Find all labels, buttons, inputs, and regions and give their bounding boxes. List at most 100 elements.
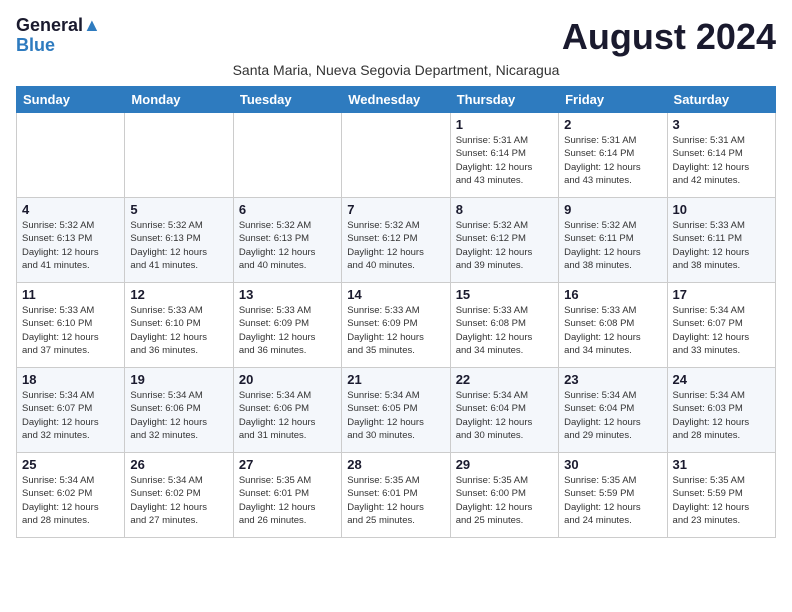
day-number: 5 (130, 202, 227, 217)
calendar-cell: 7 Sunrise: 5:32 AM Sunset: 6:12 PM Daylig… (342, 198, 450, 283)
calendar-cell: 19Sunrise: 5:34 AM Sunset: 6:06 PM Dayli… (125, 368, 233, 453)
calendar-cell: 8Sunrise: 5:32 AM Sunset: 6:12 PM Daylig… (450, 198, 558, 283)
calendar-cell: 22 Sunrise: 5:34 AM Sunset: 6:04 PM Dayli… (450, 368, 558, 453)
day-info: Sunrise: 5:32 AM Sunset: 6:12 PM Dayligh… (456, 219, 553, 272)
calendar-cell (342, 113, 450, 198)
day-number: 25 (22, 457, 119, 472)
calendar-cell: 16 Sunrise: 5:33 AM Sunset: 6:08 PM Dayli… (559, 283, 667, 368)
day-info: Sunrise: 5:35 AM Sunset: 5:59 PM Dayligh… (564, 474, 661, 527)
day-info: Sunrise: 5:32 AM Sunset: 6:11 PM Dayligh… (564, 219, 661, 272)
day-number: 31 (673, 457, 770, 472)
day-number: 19 (130, 372, 227, 387)
calendar-cell: 18 Sunrise: 5:34 AM Sunset: 6:07 PM Dayli… (17, 368, 125, 453)
calendar-cell: 30 Sunrise: 5:35 AM Sunset: 5:59 PM Dayli… (559, 453, 667, 538)
calendar-cell: 5 Sunrise: 5:32 AM Sunset: 6:13 PM Daylig… (125, 198, 233, 283)
col-header-friday: Friday (559, 87, 667, 113)
day-number: 13 (239, 287, 336, 302)
calendar-subtitle: Santa Maria, Nueva Segovia Department, N… (16, 62, 776, 78)
day-number: 3 (673, 117, 770, 132)
day-info: Sunrise: 5:31 AM Sunset: 6:14 PM Dayligh… (456, 134, 553, 187)
calendar-cell: 11 Sunrise: 5:33 AM Sunset: 6:10 PM Dayli… (17, 283, 125, 368)
calendar-cell: 26 Sunrise: 5:34 AM Sunset: 6:02 PM Dayli… (125, 453, 233, 538)
day-number: 28 (347, 457, 444, 472)
day-number: 15 (456, 287, 553, 302)
day-number: 17 (673, 287, 770, 302)
month-title: August 2024 (562, 16, 776, 58)
day-info: Sunrise: 5:34 AM Sunset: 6:04 PM Dayligh… (564, 389, 661, 442)
day-number: 4 (22, 202, 119, 217)
calendar-cell (125, 113, 233, 198)
logo-text: General▲ Blue (16, 16, 101, 56)
calendar-cell: 25 Sunrise: 5:34 AM Sunset: 6:02 PM Dayli… (17, 453, 125, 538)
week-row: 4 Sunrise: 5:32 AM Sunset: 6:13 PM Daylig… (17, 198, 776, 283)
day-number: 2 (564, 117, 661, 132)
week-row: 11 Sunrise: 5:33 AM Sunset: 6:10 PM Dayli… (17, 283, 776, 368)
calendar-cell (17, 113, 125, 198)
day-info: Sunrise: 5:31 AM Sunset: 6:14 PM Dayligh… (673, 134, 770, 187)
day-info: Sunrise: 5:34 AM Sunset: 6:02 PM Dayligh… (130, 474, 227, 527)
day-number: 9 (564, 202, 661, 217)
calendar-cell: 24 Sunrise: 5:34 AM Sunset: 6:03 PM Dayli… (667, 368, 775, 453)
day-number: 10 (673, 202, 770, 217)
day-info: Sunrise: 5:34 AM Sunset: 6:06 PM Dayligh… (239, 389, 336, 442)
day-number: 7 (347, 202, 444, 217)
day-number: 20 (239, 372, 336, 387)
day-number: 6 (239, 202, 336, 217)
day-number: 30 (564, 457, 661, 472)
day-number: 22 (456, 372, 553, 387)
day-number: 29 (456, 457, 553, 472)
col-header-thursday: Thursday (450, 87, 558, 113)
day-info: Sunrise: 5:33 AM Sunset: 6:09 PM Dayligh… (347, 304, 444, 357)
day-info: Sunrise: 5:33 AM Sunset: 6:10 PM Dayligh… (130, 304, 227, 357)
page-header: General▲ Blue August 2024 (16, 16, 776, 58)
day-info: Sunrise: 5:34 AM Sunset: 6:07 PM Dayligh… (22, 389, 119, 442)
col-header-monday: Monday (125, 87, 233, 113)
day-info: Sunrise: 5:32 AM Sunset: 6:13 PM Dayligh… (22, 219, 119, 272)
calendar-cell (233, 113, 341, 198)
week-row: 18 Sunrise: 5:34 AM Sunset: 6:07 PM Dayli… (17, 368, 776, 453)
day-number: 11 (22, 287, 119, 302)
day-info: Sunrise: 5:35 AM Sunset: 5:59 PM Dayligh… (673, 474, 770, 527)
calendar-cell: 4 Sunrise: 5:32 AM Sunset: 6:13 PM Daylig… (17, 198, 125, 283)
day-info: Sunrise: 5:33 AM Sunset: 6:08 PM Dayligh… (564, 304, 661, 357)
day-info: Sunrise: 5:32 AM Sunset: 6:13 PM Dayligh… (130, 219, 227, 272)
week-row: 1 Sunrise: 5:31 AM Sunset: 6:14 PM Daylig… (17, 113, 776, 198)
week-row: 25 Sunrise: 5:34 AM Sunset: 6:02 PM Dayli… (17, 453, 776, 538)
day-info: Sunrise: 5:35 AM Sunset: 6:01 PM Dayligh… (347, 474, 444, 527)
calendar-cell: 1 Sunrise: 5:31 AM Sunset: 6:14 PM Daylig… (450, 113, 558, 198)
day-number: 14 (347, 287, 444, 302)
day-info: Sunrise: 5:32 AM Sunset: 6:12 PM Dayligh… (347, 219, 444, 272)
calendar-cell: 14 Sunrise: 5:33 AM Sunset: 6:09 PM Dayli… (342, 283, 450, 368)
day-info: Sunrise: 5:34 AM Sunset: 6:03 PM Dayligh… (673, 389, 770, 442)
col-header-wednesday: Wednesday (342, 87, 450, 113)
day-number: 16 (564, 287, 661, 302)
calendar-table: SundayMondayTuesdayWednesdayThursdayFrid… (16, 86, 776, 538)
day-number: 24 (673, 372, 770, 387)
day-info: Sunrise: 5:34 AM Sunset: 6:02 PM Dayligh… (22, 474, 119, 527)
col-header-sunday: Sunday (17, 87, 125, 113)
day-info: Sunrise: 5:35 AM Sunset: 6:00 PM Dayligh… (456, 474, 553, 527)
day-number: 12 (130, 287, 227, 302)
day-info: Sunrise: 5:33 AM Sunset: 6:08 PM Dayligh… (456, 304, 553, 357)
calendar-cell: 3 Sunrise: 5:31 AM Sunset: 6:14 PM Daylig… (667, 113, 775, 198)
calendar-cell: 17 Sunrise: 5:34 AM Sunset: 6:07 PM Dayli… (667, 283, 775, 368)
logo: General▲ Blue (16, 16, 101, 56)
calendar-cell: 21 Sunrise: 5:34 AM Sunset: 6:05 PM Dayli… (342, 368, 450, 453)
day-number: 26 (130, 457, 227, 472)
day-number: 27 (239, 457, 336, 472)
day-info: Sunrise: 5:33 AM Sunset: 6:11 PM Dayligh… (673, 219, 770, 272)
day-number: 1 (456, 117, 553, 132)
day-info: Sunrise: 5:33 AM Sunset: 6:09 PM Dayligh… (239, 304, 336, 357)
col-header-saturday: Saturday (667, 87, 775, 113)
day-number: 18 (22, 372, 119, 387)
calendar-cell: 28 Sunrise: 5:35 AM Sunset: 6:01 PM Dayli… (342, 453, 450, 538)
day-number: 21 (347, 372, 444, 387)
day-info: Sunrise: 5:33 AM Sunset: 6:10 PM Dayligh… (22, 304, 119, 357)
calendar-cell: 9 Sunrise: 5:32 AM Sunset: 6:11 PM Daylig… (559, 198, 667, 283)
calendar-cell: 31 Sunrise: 5:35 AM Sunset: 5:59 PM Dayli… (667, 453, 775, 538)
calendar-cell: 12 Sunrise: 5:33 AM Sunset: 6:10 PM Dayli… (125, 283, 233, 368)
day-info: Sunrise: 5:34 AM Sunset: 6:05 PM Dayligh… (347, 389, 444, 442)
day-info: Sunrise: 5:34 AM Sunset: 6:07 PM Dayligh… (673, 304, 770, 357)
col-header-tuesday: Tuesday (233, 87, 341, 113)
day-info: Sunrise: 5:34 AM Sunset: 6:04 PM Dayligh… (456, 389, 553, 442)
